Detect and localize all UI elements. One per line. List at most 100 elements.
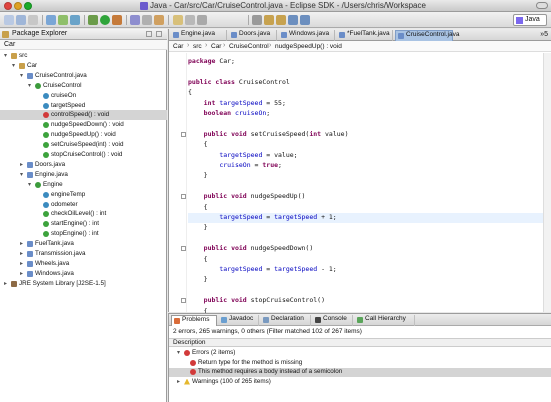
- breadcrumb-item[interactable]: Car: [211, 43, 221, 50]
- new-icon[interactable]: [4, 15, 14, 25]
- expand-toggle-icon[interactable]: ▸: [20, 271, 26, 277]
- expand-toggle-icon[interactable]: ▸: [20, 251, 26, 257]
- bottom-tab[interactable]: Problems: [171, 315, 217, 326]
- tree-item[interactable]: ▸ Wheels.java: [0, 259, 167, 269]
- tree-item[interactable]: ▾ Car: [0, 61, 167, 71]
- zoom-window-button[interactable]: [24, 2, 32, 10]
- problems-column-header[interactable]: Description: [169, 338, 551, 347]
- breadcrumb-item[interactable]: nudgeSpeedUp() : void: [275, 43, 342, 50]
- tree-item[interactable]: stopEngine() : int: [0, 229, 167, 239]
- editor-scrollbar[interactable]: [543, 53, 551, 312]
- editor-tab[interactable]: CruiseControl.java: [395, 30, 459, 41]
- tree-item[interactable]: controlSpeed() : void: [0, 110, 167, 121]
- open-task-icon[interactable]: [154, 15, 164, 25]
- method-icon: [43, 132, 49, 139]
- pin-icon[interactable]: [252, 15, 262, 25]
- expand-toggle-icon[interactable]: ▾: [20, 73, 26, 79]
- java-file-icon: [27, 251, 33, 257]
- expand-toggle-icon[interactable]: ▾: [28, 83, 34, 89]
- fold-toggle-icon[interactable]: [181, 298, 186, 304]
- tree-item[interactable]: engineTemp: [0, 190, 167, 200]
- java-file-icon: [173, 32, 179, 38]
- breadcrumb-item[interactable]: Car: [173, 43, 183, 50]
- back-icon[interactable]: [288, 15, 298, 25]
- problem-row[interactable]: ▸ Warnings (100 of 265 items): [169, 378, 551, 387]
- search-icon[interactable]: [142, 15, 152, 25]
- bottom-tab[interactable]: Call Hierarchy: [355, 315, 415, 326]
- bottom-tab[interactable]: Declaration: [261, 315, 311, 326]
- tree-item[interactable]: odometer: [0, 200, 167, 210]
- editor-tab[interactable]: Engine.java: [171, 30, 227, 41]
- java-perspective-button[interactable]: Java: [513, 14, 547, 26]
- code-editor[interactable]: package Car; public class CruiseControl{ …: [188, 53, 544, 377]
- tree-item[interactable]: ▾ CruiseControl.java: [0, 71, 167, 81]
- editor-tab[interactable]: *FuelTank.java: [337, 30, 393, 41]
- problem-row[interactable]: This method requires a body instead of a…: [169, 368, 551, 377]
- print-icon[interactable]: [28, 15, 38, 25]
- expand-toggle-icon[interactable]: ▸: [20, 162, 26, 168]
- fold-toggle-icon[interactable]: [181, 194, 186, 200]
- expand-toggle-icon[interactable]: ▾: [4, 53, 10, 59]
- tree-item[interactable]: ▸ FuelTank.java: [0, 239, 167, 249]
- tree-item[interactable]: targetSpeed: [0, 101, 167, 111]
- tree-item[interactable]: ▸ Transmission.java: [0, 249, 167, 259]
- fold-toggle-icon[interactable]: [181, 246, 186, 252]
- package-explorer-tab[interactable]: Package Explorer: [0, 29, 167, 40]
- breadcrumb-item[interactable]: CruiseControl: [229, 43, 269, 50]
- expand-toggle-icon[interactable]: ▾: [28, 182, 34, 188]
- expand-toggle-icon[interactable]: ▸: [20, 241, 26, 247]
- mark-occurrences-icon[interactable]: [173, 15, 183, 25]
- expand-toggle-icon[interactable]: ▾: [20, 172, 26, 178]
- debug-icon[interactable]: [88, 15, 98, 25]
- previous-annotation-icon[interactable]: [276, 15, 286, 25]
- show-whitespace-icon[interactable]: [197, 15, 207, 25]
- open-type-icon[interactable]: [130, 15, 140, 25]
- run-icon[interactable]: [100, 15, 110, 25]
- external-tools-icon[interactable]: [112, 15, 122, 25]
- tree-item[interactable]: ▸ Windows.java: [0, 269, 167, 279]
- forward-icon[interactable]: [300, 15, 310, 25]
- tree-item[interactable]: ▸ Doors.java: [0, 160, 167, 170]
- bottom-tab[interactable]: Console: [313, 315, 353, 326]
- breadcrumb-label[interactable]: Car: [4, 41, 15, 48]
- minimize-view-button[interactable]: [146, 31, 152, 37]
- bottom-tab[interactable]: Javadoc: [219, 315, 259, 326]
- new-package-icon[interactable]: [58, 15, 68, 25]
- tree-item[interactable]: ▾ Engine.java: [0, 170, 167, 180]
- problem-row[interactable]: ▾ Errors (2 items): [169, 349, 551, 358]
- tree-item[interactable]: cruiseOn: [0, 91, 167, 101]
- tree-item[interactable]: startEngine() : int: [0, 219, 167, 229]
- save-icon[interactable]: [16, 15, 26, 25]
- editor-tab[interactable]: Windows.java: [279, 30, 335, 41]
- expand-toggle-icon[interactable]: ▸: [20, 261, 26, 267]
- expand-toggle-icon[interactable]: ▸: [4, 281, 10, 287]
- java-file-icon: [398, 33, 404, 39]
- tree-item[interactable]: ▾ CruiseControl: [0, 81, 167, 91]
- toggle-block-icon[interactable]: [185, 15, 195, 25]
- expand-toggle-icon[interactable]: ▾: [177, 350, 183, 356]
- problem-row[interactable]: Return type for the method is missing: [169, 359, 551, 368]
- minimize-window-button[interactable]: [14, 2, 22, 10]
- expand-toggle-icon[interactable]: ▸: [177, 379, 183, 385]
- tree-item[interactable]: ▸ JRE System Library [J2SE-1.5]: [0, 279, 167, 289]
- tree-item[interactable]: stopCruiseControl() : void: [0, 150, 167, 160]
- maximize-view-button[interactable]: [156, 31, 162, 37]
- new-class-icon[interactable]: [70, 15, 80, 25]
- tree-item[interactable]: checkOilLevel() : int: [0, 209, 167, 219]
- more-tabs-button[interactable]: »5: [540, 31, 548, 38]
- bottom-tab-label: Problems: [182, 316, 210, 323]
- tree-item[interactable]: ▾ src: [0, 51, 167, 61]
- tree-item[interactable]: nudgeSpeedUp() : void: [0, 130, 167, 140]
- toolbar-toggle-button[interactable]: [536, 2, 548, 9]
- close-window-button[interactable]: [4, 2, 12, 10]
- tree-item[interactable]: nudgeSpeedDown() : void: [0, 120, 167, 130]
- new-project-icon[interactable]: [46, 15, 56, 25]
- tree-item[interactable]: setCruiseSpeed(int) : void: [0, 140, 167, 150]
- breadcrumb-item[interactable]: src: [193, 43, 202, 50]
- fold-toggle-icon[interactable]: [181, 131, 186, 137]
- editor-tab[interactable]: Doors.java: [229, 30, 277, 41]
- editor-tab-label: Windows.java: [289, 30, 330, 37]
- tree-item[interactable]: ▾ Engine: [0, 180, 167, 190]
- expand-toggle-icon[interactable]: ▾: [12, 63, 18, 69]
- next-annotation-icon[interactable]: [264, 15, 274, 25]
